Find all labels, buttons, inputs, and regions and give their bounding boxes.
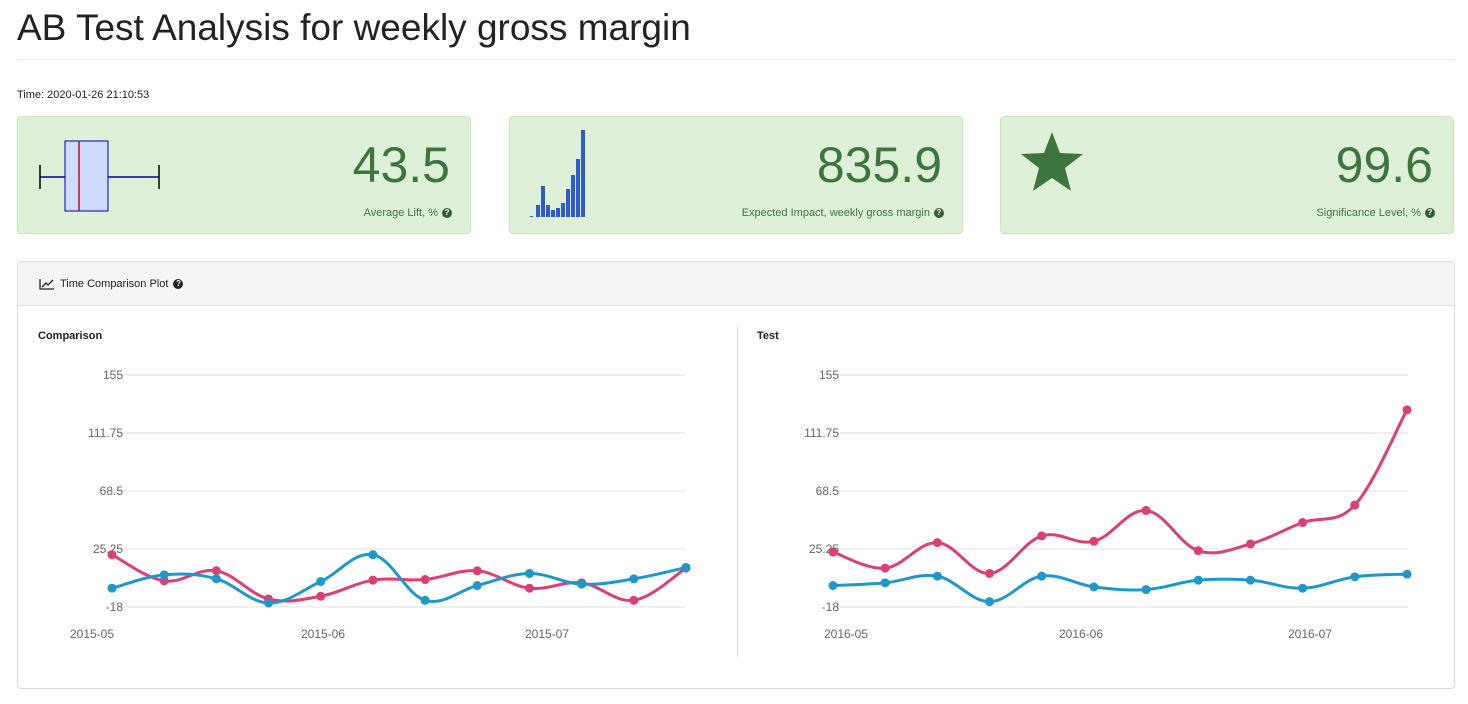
series-line	[832, 572, 1408, 604]
boxplot-icon	[39, 140, 160, 212]
help-icon[interactable]: ?	[442, 208, 452, 218]
data-point[interactable]	[932, 538, 942, 548]
data-point[interactable]	[1193, 546, 1203, 556]
data-point[interactable]	[1402, 569, 1412, 579]
help-icon[interactable]: ?	[934, 208, 944, 218]
x-tick-label: 2016-06	[1059, 627, 1103, 641]
data-point[interactable]	[211, 574, 221, 584]
title-divider	[17, 59, 1455, 60]
data-point[interactable]	[880, 578, 890, 588]
chart-title: Comparison	[38, 330, 102, 342]
data-point[interactable]	[316, 577, 326, 587]
data-point[interactable]	[264, 598, 274, 608]
data-point[interactable]	[932, 571, 942, 581]
x-tick-label: 2015-07	[525, 627, 569, 641]
y-tick-label: 111.75	[88, 426, 123, 440]
data-point[interactable]	[577, 579, 587, 589]
data-point[interactable]	[316, 591, 326, 601]
data-point[interactable]	[524, 583, 534, 593]
data-point[interactable]	[524, 568, 534, 578]
panel-title: Time Comparison Plot	[60, 277, 169, 290]
significance-level-label: Significance Level, %	[1316, 207, 1421, 219]
time-comparison-panel: Time Comparison Plot ? Comparison 155 111.…	[17, 261, 1455, 689]
data-point[interactable]	[1089, 536, 1099, 546]
data-point[interactable]	[1245, 575, 1255, 585]
data-point[interactable]	[211, 566, 221, 576]
data-point[interactable]	[107, 583, 117, 593]
data-point[interactable]	[1089, 582, 1099, 592]
data-point[interactable]	[629, 574, 639, 584]
data-point[interactable]	[985, 597, 995, 607]
data-point[interactable]	[1141, 585, 1151, 595]
star-icon	[1021, 132, 1083, 191]
data-point[interactable]	[420, 575, 430, 585]
x-tick-label: 2016-07	[1288, 627, 1332, 641]
timestamp: Time: 2020-01-26 21:10:53	[17, 89, 150, 101]
expected-impact-value: 835.9	[816, 137, 942, 193]
data-point[interactable]	[828, 547, 838, 557]
average-lift-card: 43.5 Average Lift, % ?	[17, 116, 471, 234]
histogram-icon	[530, 130, 585, 217]
y-tick-label: -18	[822, 600, 840, 614]
data-point[interactable]	[828, 581, 838, 591]
data-point[interactable]	[472, 566, 482, 576]
help-icon[interactable]: ?	[173, 278, 184, 289]
x-tick-label: 2015-05	[70, 627, 114, 641]
x-tick-label: 2016-05	[824, 627, 868, 641]
significance-level-card: 99.6 Significance Level, % ?	[1000, 116, 1454, 234]
test-chart: Test155111.7568.525.25-182016-05 2016-06 2…	[757, 330, 1412, 641]
data-point[interactable]	[1298, 518, 1308, 528]
data-point[interactable]	[1141, 505, 1151, 515]
data-point[interactable]	[472, 581, 482, 591]
help-icon[interactable]: ?	[1425, 208, 1435, 218]
data-point[interactable]	[159, 570, 169, 580]
data-point[interactable]	[1298, 583, 1308, 593]
y-tick-label: 111.75	[804, 426, 839, 440]
data-point[interactable]	[1037, 531, 1047, 541]
page-title: AB Test Analysis for weekly gross margin	[17, 7, 691, 48]
line-chart-icon	[39, 278, 54, 290]
y-tick-label: 155	[819, 368, 839, 382]
data-point[interactable]	[1193, 575, 1203, 585]
y-tick-label: 68.5	[100, 484, 124, 498]
y-tick-label: 68.5	[816, 484, 840, 498]
data-point[interactable]	[420, 595, 430, 605]
chart-title: Test	[757, 330, 779, 342]
panel-heading: Time Comparison Plot ?	[18, 262, 1454, 306]
data-point[interactable]	[1402, 405, 1412, 415]
data-point[interactable]	[985, 568, 995, 578]
data-point[interactable]	[1350, 500, 1360, 510]
data-point[interactable]	[1037, 571, 1047, 581]
significance-level-value: 99.6	[1335, 137, 1433, 193]
y-tick-label: 155	[103, 368, 123, 382]
data-point[interactable]	[368, 575, 378, 585]
series-line	[111, 552, 687, 605]
expected-impact-card: 835.9 Expected Impact, weekly gross marg…	[509, 116, 963, 234]
y-tick-label: -18	[106, 600, 124, 614]
data-point[interactable]	[1245, 539, 1255, 549]
data-point[interactable]	[681, 562, 691, 572]
average-lift-value: 43.5	[352, 137, 450, 193]
data-point[interactable]	[1350, 572, 1360, 582]
data-point[interactable]	[368, 550, 378, 560]
expected-impact-label: Expected Impact, weekly gross margin	[741, 207, 930, 219]
data-point[interactable]	[629, 595, 639, 605]
data-point[interactable]	[880, 563, 890, 573]
comparison-chart: Comparison155111.7568.525.25-182015-05 20…	[38, 330, 691, 641]
data-point[interactable]	[107, 550, 117, 560]
x-tick-label: 2015-06	[301, 627, 345, 641]
average-lift-label: Average Lift, %	[363, 207, 438, 219]
